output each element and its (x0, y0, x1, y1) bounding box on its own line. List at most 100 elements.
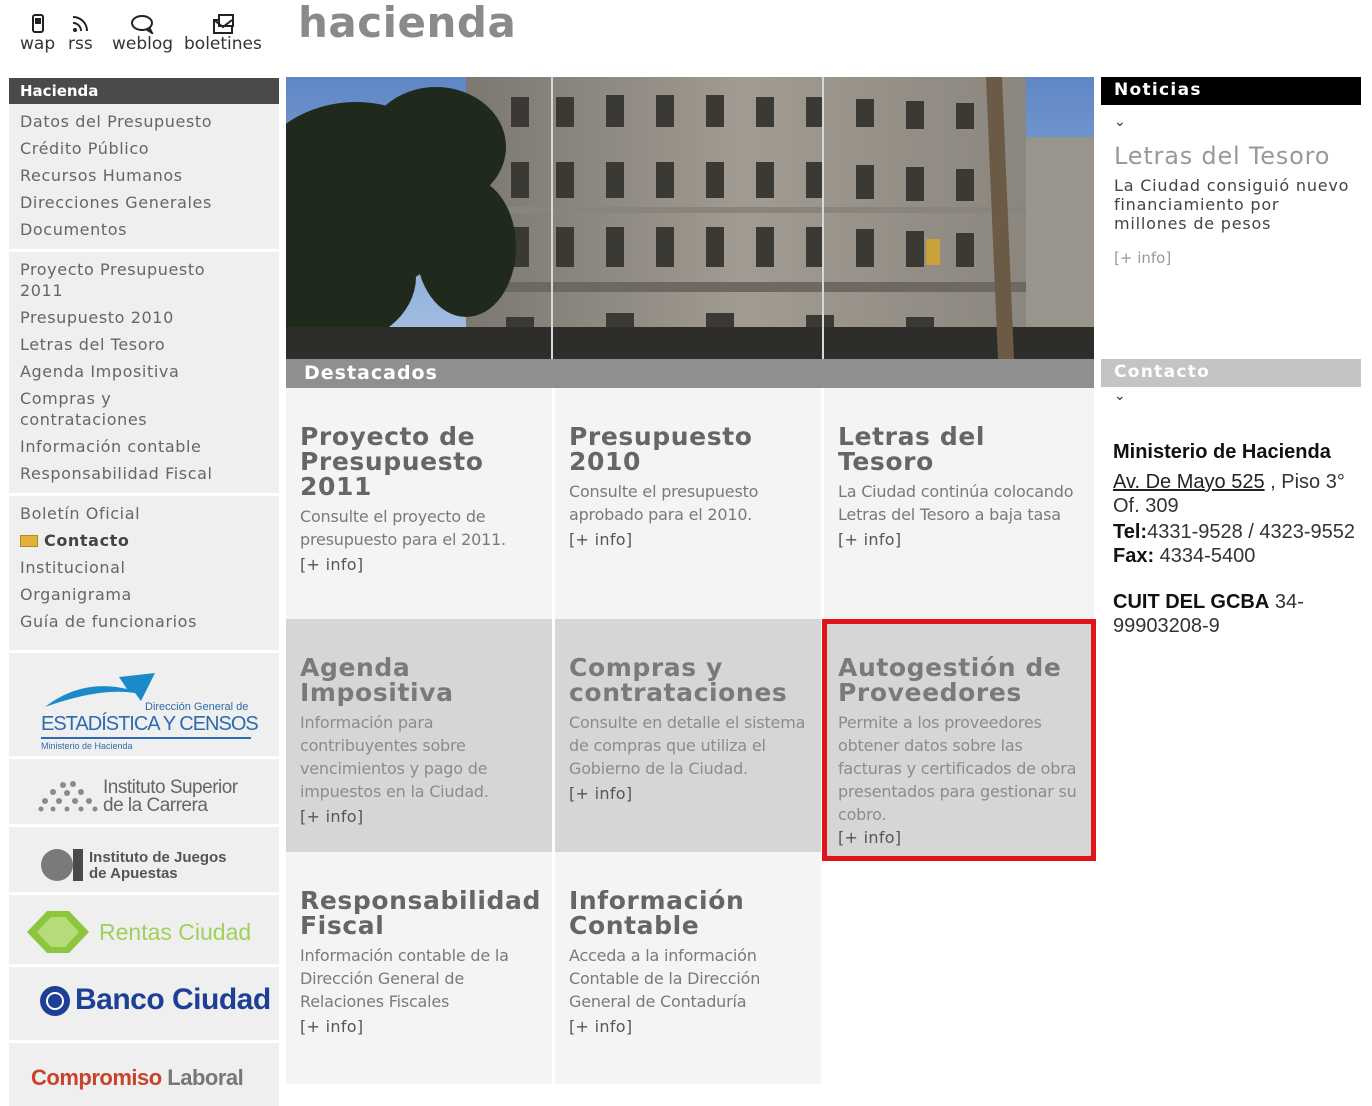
chat-bubble-icon (130, 15, 154, 34)
hero-building-image (286, 77, 1094, 359)
tile-proyecto-presupuesto-2011[interactable]: Proyecto de Presupuesto 2011 Consulte el… (286, 388, 552, 619)
laboral-word: Laboral (161, 1065, 244, 1090)
contact-address: Av. De Mayo 525 , Piso 3° Of. 309 (1113, 470, 1358, 518)
chevron-down-icon[interactable]: ⌄ (1114, 388, 1126, 404)
sidebar-item-documentos[interactable]: Documentos (9, 216, 279, 243)
tile-more-info-link[interactable]: [+ info] (300, 1017, 363, 1036)
tile-description: Consulte en detalle el sistema de compra… (569, 713, 806, 778)
tile-responsabilidad-fiscal[interactable]: Responsabilidad Fiscal Información conta… (286, 852, 552, 1084)
rss-label: rss (68, 34, 93, 54)
envelope-icon (20, 535, 38, 547)
sidebar-item-datos-presupuesto[interactable]: Datos del Presupuesto (9, 108, 279, 135)
sidebar-item-direcciones-generales[interactable]: Direcciones Generales (9, 189, 279, 216)
sidebar-item-recursos-humanos[interactable]: Recursos Humanos (9, 162, 279, 189)
destacados-header: Destacados (286, 359, 1094, 388)
tile-title: Presupuesto 2010 (569, 422, 753, 476)
tile-more-info-link[interactable]: [+ info] (569, 784, 632, 803)
tile-letras-tesoro[interactable]: Letras del Tesoro La Ciudad continúa col… (824, 388, 1094, 619)
weblog-link[interactable]: weblog (112, 14, 173, 53)
sidebar-item-institucional[interactable]: Institucional (9, 554, 279, 581)
tile-title: Proyecto de Presupuesto 2011 (300, 422, 484, 501)
sidebar-group-1: Datos del Presupuesto Crédito Público Re… (9, 104, 279, 252)
chevron-down-icon[interactable]: ⌄ (1114, 114, 1126, 130)
sidebar-item-proyecto-presupuesto-2011[interactable]: Proyecto Presupuesto 2011 (9, 256, 239, 304)
tile-title: Responsabilidad Fiscal (300, 886, 541, 940)
tile-autogestion-proveedores[interactable]: Autogestión de Proveedores Permite a los… (824, 619, 1094, 859)
iaf-line2: de Apuestas (89, 865, 178, 882)
site-title: hacienda (298, 0, 517, 47)
news-more-info-link[interactable]: [+ info] (1114, 249, 1171, 267)
dots-icon (38, 781, 98, 812)
tile-presupuesto-2010[interactable]: Presupuesto 2010 Consulte el presupuesto… (555, 388, 821, 619)
logo-compromiso-laboral[interactable]: Compromiso Laboral (9, 1040, 279, 1106)
rentas-diamond-icon (27, 911, 89, 953)
tile-description: Acceda a la información Contable de la D… (569, 946, 761, 1011)
tile-description: Información para contribuyentes sobre ve… (300, 713, 489, 801)
sidebar-item-boletin-oficial[interactable]: Boletín Oficial (9, 500, 279, 527)
logo-instituto-superior-carrera[interactable]: Instituto Superior de la Carrera (9, 756, 279, 824)
tile-more-info-link[interactable]: [+ info] (569, 530, 632, 549)
noticias-header: Noticias (1101, 77, 1361, 105)
rss-link[interactable]: rss (68, 14, 93, 54)
tile-title: Letras del Tesoro (838, 422, 986, 476)
phone-icon (31, 14, 44, 33)
tel-value: 4331-9528 / 4323-9552 (1147, 521, 1356, 543)
news-description: La Ciudad consiguió nuevo financiamiento… (1114, 176, 1350, 233)
boletines-link[interactable]: boletines (184, 14, 262, 53)
newsletter-icon (212, 14, 234, 34)
sidebar-item-credito-publico[interactable]: Crédito Público (9, 135, 279, 162)
iaf-line1: Instituto de Juegos (89, 849, 227, 866)
contact-org: Ministerio de Hacienda (1113, 441, 1331, 463)
logo-estadistica-censos[interactable]: Dirección General de ESTADÍSTICA Y CENSO… (9, 650, 279, 756)
tile-more-info-link[interactable]: [+ info] (300, 807, 363, 826)
building-photo-image (286, 77, 1094, 359)
sidebar-group-2: Proyecto Presupuesto 2011 Presupuesto 20… (9, 252, 279, 496)
tile-description: Consulte el presupuesto aprobado para el… (569, 482, 759, 524)
tile-agenda-impositiva[interactable]: Agenda Impositiva Información para contr… (286, 619, 552, 852)
sidebar-item-agenda-impositiva[interactable]: Agenda Impositiva (9, 358, 279, 385)
sidebar-item-guia-funcionarios[interactable]: Guía de funcionarios (9, 608, 279, 635)
tile-title: Información Contable (569, 886, 745, 940)
compromiso-text: Compromiso Laboral (31, 1065, 244, 1091)
tile-title: Autogestión de Proveedores (838, 653, 1062, 707)
sidebar-item-informacion-contable[interactable]: Información contable (9, 433, 279, 460)
contact-cuit: CUIT DEL GCBA 34-99903208-9 (1113, 590, 1358, 638)
tile-more-info-link[interactable]: [+ info] (300, 555, 363, 574)
contact-info: Ministerio de Hacienda Av. De Mayo 525 ,… (1113, 440, 1358, 638)
fax-label: Fax: (1113, 545, 1155, 567)
address-link[interactable]: Av. De Mayo 525 (1113, 471, 1265, 493)
contact-fax: Fax: 4334-5400 (1113, 544, 1358, 568)
isc-line2: de la Carrera (103, 795, 208, 816)
wap-label: wap (20, 34, 56, 54)
sidebar-item-organigrama[interactable]: Organigrama (9, 581, 279, 608)
contact-tel: Tel:4331-9528 / 4323-9552 (1113, 520, 1358, 544)
tile-title: Compras y contrataciones (569, 653, 788, 707)
news-title[interactable]: Letras del Tesoro (1114, 142, 1330, 170)
tile-description: Información contable de la Dirección Gen… (300, 946, 509, 1011)
estadistica-underline (41, 737, 251, 739)
sidebar-item-contacto-label: Contacto (44, 531, 130, 550)
tile-compras-contrataciones[interactable]: Compras y contrataciones Consulte en det… (555, 619, 821, 852)
tile-more-info-link[interactable]: [+ info] (838, 828, 901, 847)
sidebar-item-compras-contrataciones[interactable]: Compras y contrataciones (9, 385, 179, 433)
wap-link[interactable]: wap (20, 14, 56, 54)
logo-rentas-ciudad[interactable]: Rentas Ciudad (9, 892, 279, 964)
logo-instituto-juegos-apuestas[interactable]: Instituto de Juegos de Apuestas (9, 824, 279, 892)
iaf-circle-icon (41, 849, 83, 881)
sidebar-item-presupuesto-2010[interactable]: Presupuesto 2010 (9, 304, 279, 331)
rentas-text: Rentas Ciudad (99, 919, 252, 945)
estadistica-small-text: Dirección General de (145, 701, 249, 713)
sidebar-group-3: Boletín Oficial Contacto Institucional O… (9, 496, 279, 641)
banco-text: Banco Ciudad (75, 983, 271, 1016)
left-sidebar: Hacienda Datos del Presupuesto Crédito P… (9, 78, 279, 1106)
tile-more-info-link[interactable]: [+ info] (569, 1017, 632, 1036)
tile-more-info-link[interactable]: [+ info] (838, 530, 901, 549)
sidebar-item-responsabilidad-fiscal[interactable]: Responsabilidad Fiscal (9, 460, 279, 487)
logo-banco-ciudad[interactable]: Banco Ciudad (9, 964, 279, 1040)
tile-informacion-contable[interactable]: Información Contable Acceda a la informa… (555, 852, 821, 1084)
sidebar-item-letras-tesoro[interactable]: Letras del Tesoro (9, 331, 279, 358)
sidebar-item-contacto[interactable]: Contacto (9, 527, 279, 554)
estadistica-main-text: ESTADÍSTICA Y CENSOS (41, 713, 259, 735)
compromiso-word: Compromiso (31, 1065, 162, 1090)
cuit-label: CUIT DEL GCBA (1113, 591, 1270, 613)
